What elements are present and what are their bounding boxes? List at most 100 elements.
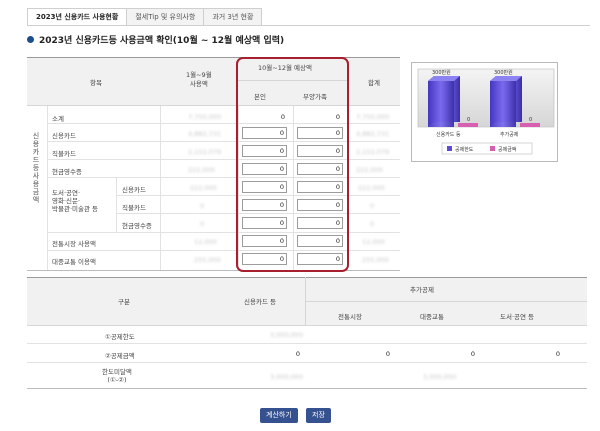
summary-label-shortfall: 한도미달액 (①-②) [102, 368, 132, 384]
row-dep-subtotal: 0 [335, 113, 340, 121]
input-dep-culture-credit[interactable]: 0 [297, 181, 343, 193]
chart-category-1: 신용카드 등 [436, 131, 461, 138]
input-self-cash[interactable]: 0 [242, 163, 287, 175]
header-dependent: 부양가족 [303, 93, 327, 101]
table-bottom-border [27, 270, 400, 271]
row-divider [47, 177, 400, 178]
row-jan-sep-debit: 2,222,079 [188, 148, 222, 156]
header-transit: 대중교통 [420, 313, 444, 321]
tab-2023-usage[interactable]: 2023년 신용카드 사용현황 [27, 8, 128, 26]
header-card: 신용카드 등 [244, 298, 276, 306]
input-dep-culture-cash[interactable]: 0 [297, 217, 343, 229]
row-total-market: 12,000 [362, 238, 385, 246]
header-culture: 도서·공연 등 [500, 313, 535, 321]
grid-line [47, 106, 48, 271]
summary-label-amount: ②공제금액 [105, 352, 135, 360]
header-market: 전통시장 [338, 313, 362, 321]
page-title-text: 2023년 신용카드등 사용금액 확인(10월 ~ 12월 예상액 입력) [39, 36, 285, 46]
header-item: 항목 [90, 79, 102, 87]
summary-card-shortfall: 3,000,000 [270, 373, 304, 381]
row-label-debit: 직불카드 [52, 150, 76, 158]
input-self-debit[interactable]: 0 [242, 145, 287, 157]
summary-card-limit: 3,000,000 [270, 331, 304, 339]
row-jan-sep-culture-cash: 0 [200, 220, 205, 228]
tab-past-3-years[interactable]: 과거 3년 현황 [203, 8, 263, 26]
tab-underline [27, 25, 590, 26]
input-self-transit[interactable]: 0 [242, 253, 287, 265]
row-jan-sep-culture-debit: 0 [200, 202, 205, 210]
row-divider [116, 195, 400, 196]
input-dep-culture-debit[interactable]: 0 [297, 199, 343, 211]
row-jan-sep-market: 12,000 [194, 238, 217, 246]
summary-market-amount: 0 [385, 350, 390, 358]
row-self-subtotal: 0 [280, 113, 285, 121]
input-self-market[interactable]: 0 [242, 235, 287, 247]
row-total-debit: 2,222,079 [356, 148, 390, 156]
header-divider [305, 301, 587, 302]
row-jan-sep-transit: 255,000 [194, 256, 221, 264]
grid-line [238, 106, 239, 271]
row-divider [116, 213, 400, 214]
row-divider [47, 123, 400, 124]
row-total-subtotal: 7,750,000 [356, 113, 390, 121]
bullet-icon [27, 36, 34, 43]
row-label-culture-debit: 직불카드 [122, 204, 146, 212]
chart-bar1-value: 300만원 [432, 69, 451, 76]
row-divider [27, 343, 587, 344]
header-total: 합계 [368, 79, 380, 87]
summary-label-limit: ①공제한도 [105, 333, 135, 341]
chart-amount2-value: 0 [529, 117, 532, 123]
usage-table-header [27, 57, 400, 106]
save-button[interactable]: 저장 [306, 408, 331, 423]
header-divider-v [305, 277, 306, 326]
calculate-button[interactable]: 계산하기 [260, 408, 298, 423]
summary-culture-amount: 0 [555, 350, 560, 358]
legend-amount-label: 공제금액 [498, 146, 517, 153]
legend-limit-label: 공제한도 [455, 146, 474, 153]
chart-bar-amount-1 [458, 123, 478, 127]
row-jan-sep-credit: 4,882,731 [188, 130, 222, 138]
page-title: 2023년 신용카드등 사용금액 확인(10월 ~ 12월 예상액 입력) [27, 33, 284, 46]
chart-bar2-value: 300만원 [494, 69, 513, 76]
chart-category-2: 추가공제 [500, 131, 519, 138]
row-divider [47, 141, 400, 142]
row-jan-sep-subtotal: 7,750,000 [188, 113, 222, 121]
row-label-cash: 현금영수증 [52, 168, 82, 176]
input-self-culture-debit[interactable]: 0 [242, 199, 287, 211]
input-self-credit[interactable]: 0 [242, 127, 287, 139]
row-label-subtotal: 소계 [52, 115, 64, 123]
grid-line [293, 106, 294, 271]
row-total-credit: 4,882,731 [356, 130, 390, 138]
row-label-culture-credit: 신용카드 [122, 186, 146, 194]
row-label-culture-cash: 현금영수증 [122, 222, 152, 230]
input-dep-transit[interactable]: 0 [297, 253, 343, 265]
legend-swatch-limit [447, 146, 452, 151]
row-total-transit: 255,000 [362, 256, 389, 264]
tab-bar: 2023년 신용카드 사용현황 절세Tip 및 유의사항 과거 3년 현황 [27, 8, 263, 26]
header-oct-dec: 10월~12월 예상액 [258, 64, 312, 72]
summary-table-bottom-border [27, 388, 587, 389]
chart-bar-limit-front [428, 81, 454, 127]
row-total-culture-credit: 222,000 [358, 184, 385, 192]
grid-line [347, 106, 348, 271]
tab-tax-tips[interactable]: 절세Tip 및 유의사항 [126, 8, 205, 26]
input-self-culture-cash[interactable]: 0 [242, 217, 287, 229]
input-dep-debit[interactable]: 0 [297, 145, 343, 157]
row-label-culture-group: 도서·공연· 영화·신문· 박물관·미술관 등 [52, 189, 98, 213]
row-label-market: 전통시장 사용액 [52, 240, 96, 248]
row-divider [47, 159, 400, 160]
row-label-credit: 신용카드 [52, 132, 76, 140]
chart-bar-limit2-front [490, 81, 516, 127]
input-dep-market[interactable]: 0 [297, 235, 343, 247]
chart-amount1-value: 0 [467, 117, 470, 123]
row-total-culture-cash: 0 [370, 220, 375, 228]
header-gubun: 구분 [118, 298, 130, 306]
summary-card-amount: 0 [295, 350, 300, 358]
input-dep-credit[interactable]: 0 [297, 127, 343, 139]
input-self-culture-credit[interactable]: 0 [242, 181, 287, 193]
row-divider [47, 250, 400, 251]
header-extra: 추가공제 [410, 286, 434, 294]
input-dep-cash[interactable]: 0 [297, 163, 343, 175]
summary-transit-shortfall: 3,000,000 [423, 373, 457, 381]
chart-bar-amount-2 [520, 123, 540, 127]
